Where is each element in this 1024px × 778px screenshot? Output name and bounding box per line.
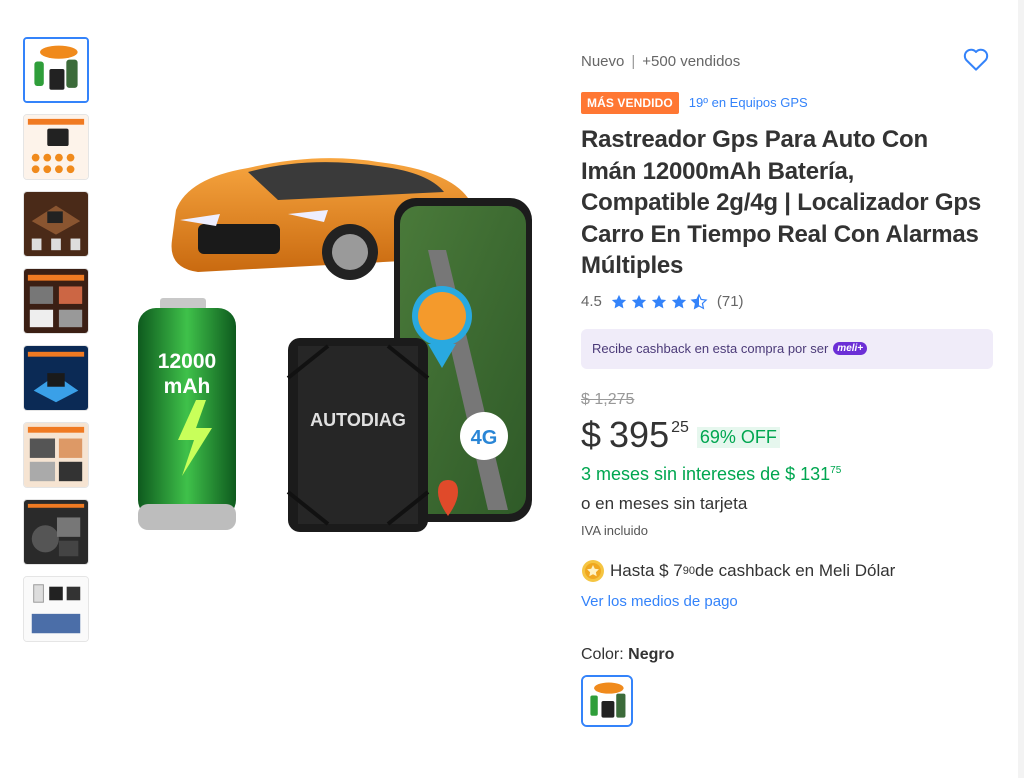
star-full-icon [651,294,666,308]
device-brand-label: AUTODIAG [310,410,406,430]
color-swatch-image [583,676,631,725]
rating-value: 4.5 [581,293,602,310]
thumbnail-5[interactable] [23,345,89,411]
thumbnail-3[interactable] [23,191,89,257]
color-value: Negro [628,645,675,663]
main-product-image[interactable]: 12000 mAh 4G AUTODIAG [128,140,548,540]
price-amount: 395 [609,413,670,455]
tax-included-label: IVA incluido [581,522,648,538]
installments-info: 3 meses sin intereses de $ 13175 [581,464,993,485]
star-half-icon [690,292,708,310]
thumbnail-4[interactable] [23,268,89,334]
product-info-panel: Nuevo | +500 vendidos MÁS VENDIDO 19º en… [581,48,993,727]
sold-count: +500 vendidos [642,52,741,70]
meli-plus-cashback-banner[interactable]: Recibe cashback en esta compra por ser m… [581,328,993,369]
color-selector-label: Color: Negro [581,646,993,664]
network-label: 4G [471,427,498,449]
product-title: Rastreador Gps Para Auto Con Imán 12000m… [581,126,981,279]
gps-tracker-illustration: 12000 mAh 4G AUTODIAG [138,158,532,532]
tracker-device-image: AUTODIAG [286,338,430,532]
rating-row[interactable]: 4.5 (71) [581,291,993,313]
badges-row: MÁS VENDIDO 19º en Equipos GPS [581,91,993,114]
rating-stars [610,292,708,311]
thumbnail-6[interactable] [23,422,89,488]
coin-text-start: Hasta $ 7 [610,560,683,580]
price-row: $ 395 25 69% OFF [581,413,993,457]
meli-plus-logo: meli+ [833,342,868,355]
thumbnail-7[interactable] [23,499,89,565]
star-full-icon [611,294,626,308]
coin-text-end: de cashback en Meli Dólar [695,560,896,580]
product-thumb-image [25,39,87,101]
price-cents: 25 [671,418,689,436]
coin-icon [582,559,604,582]
battery-capacity-label: 12000 [158,350,216,373]
color-label: Color: [581,645,624,663]
discount-badge: 69% OFF [696,426,780,448]
coin-cents: 90 [682,564,696,577]
cashback-text: Recibe cashback en esta compra por ser [592,341,829,356]
category-rank-link[interactable]: 19º en Equipos GPS [689,95,808,110]
installments-text: 3 meses sin intereses de $ 131 [581,463,831,484]
page-scrollbar[interactable] [1018,0,1024,778]
original-price: $ 1,275 [581,390,635,408]
battery-unit-label: mAh [164,375,211,398]
meli-dolar-cashback: Hasta $ 7 90 de cashback en Meli Dólar [581,559,993,583]
heart-icon [963,48,989,71]
star-full-icon [631,294,646,308]
bestseller-badge: MÁS VENDIDO [581,91,679,114]
subtitle-separator: | [631,52,636,70]
installments-cents: 75 [830,464,842,476]
installation-thumb-image [24,192,88,256]
color-option-negro[interactable] [581,674,633,727]
no-card-installments: o en meses sin tarjeta [581,493,748,513]
rating-count: (71) [716,293,744,310]
package-thumb-image [24,577,88,641]
usage-thumb-image [24,423,88,487]
thumbnail-2[interactable] [23,114,89,180]
car-install-thumb-image [24,500,88,564]
features-thumb-image [24,115,88,179]
favorite-button[interactable] [961,44,991,74]
battery-thumb-image [24,346,88,410]
condition-label: Nuevo [581,52,625,70]
battery-image: 12000 mAh [138,298,236,530]
product-subtitle: Nuevo | +500 vendidos [581,48,993,74]
thumbnail-1[interactable] [23,37,89,103]
thumbnail-gallery [23,37,89,653]
price-currency: $ [581,413,602,455]
alerts-thumb-image [24,269,88,333]
payment-methods-link[interactable]: Ver los medios de pago [581,593,993,610]
thumbnail-8[interactable] [23,576,89,642]
star-full-icon [671,294,686,308]
